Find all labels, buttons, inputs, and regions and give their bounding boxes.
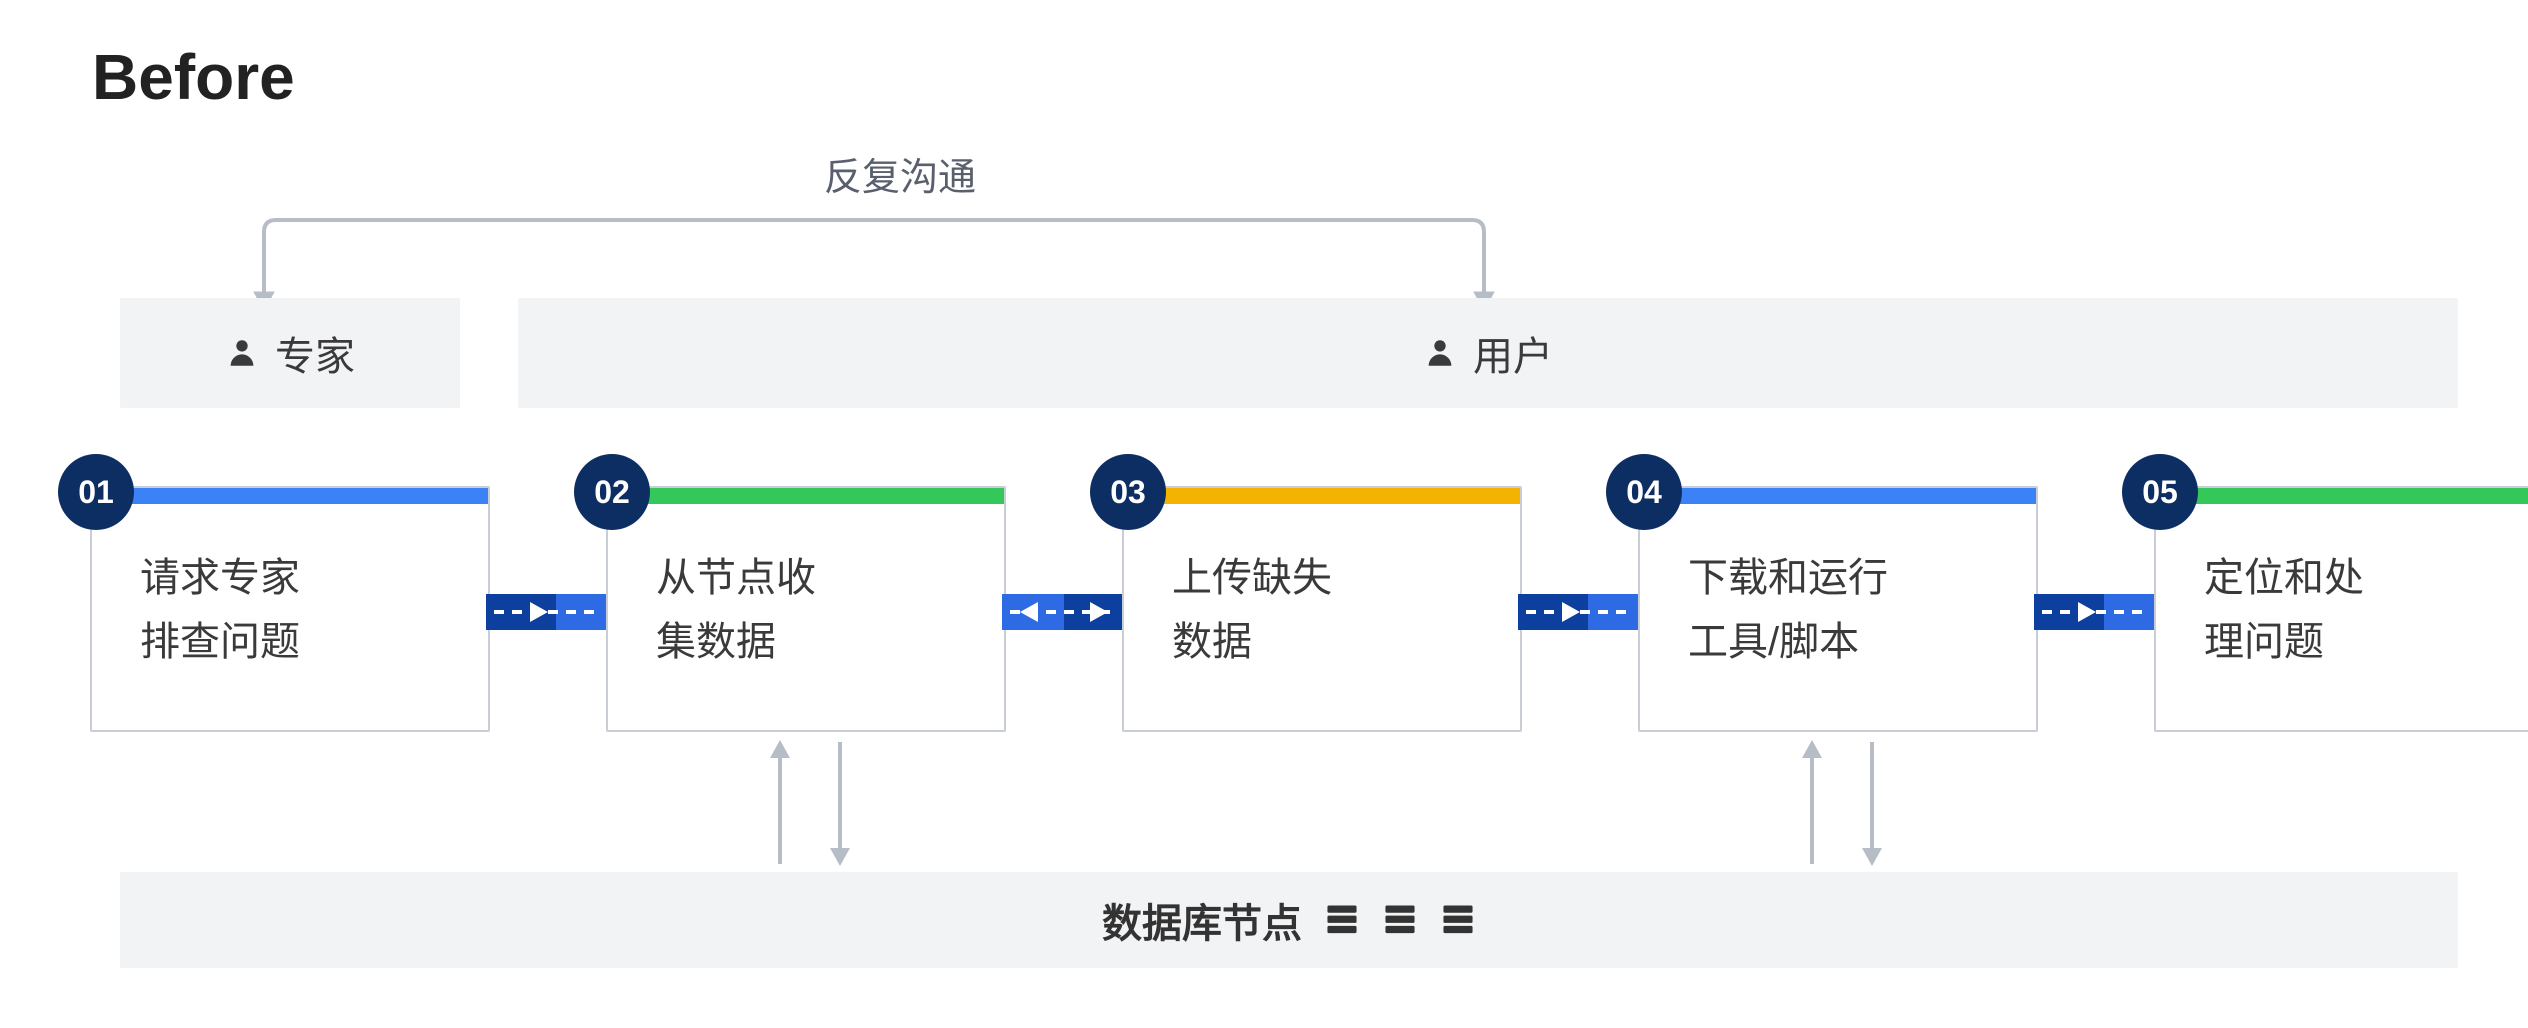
step-bar [1124,488,1520,504]
server-icon [1440,904,1476,936]
step-text-04: 下载和运行 工具/脚本 [1688,546,2006,674]
feedback-arrow [250,212,1498,310]
flow-arrow-3-4 [1518,582,1642,642]
role-expert-chip: 专家 [120,298,460,408]
flow-arrow-2-3 [1002,582,1126,642]
data-sync-arrows-step2 [750,734,870,879]
step-text-01: 请求专家 排查问题 [140,546,458,674]
feedback-label: 反复沟通 [824,146,976,201]
person-icon [225,336,259,370]
step-bar [608,488,1004,504]
step-bar [92,488,488,504]
data-sync-arrows-step4 [1782,734,1902,879]
server-icon [1382,904,1418,936]
step-badge-05: 05 [2122,454,2198,530]
role-expert-label: 专家 [275,324,355,382]
role-user-chip: 用户 [518,298,2458,408]
step-line2: 集数据 [656,620,776,664]
step-badge-02: 02 [574,454,650,530]
step-badge-04: 04 [1606,454,1682,530]
step-text-03: 上传缺失 数据 [1172,546,1490,674]
step-card-03: 03 上传缺失 数据 [1122,486,1522,732]
step-card-04: 04 下载和运行 工具/脚本 [1638,486,2038,732]
step-badge-01: 01 [58,454,134,530]
step-line1: 请求专家 [140,556,300,600]
datastore-label: 数据库节点 [1102,891,1302,949]
datastore-bar: 数据库节点 [120,872,2458,968]
step-card-02: 02 从节点收 集数据 [606,486,1006,732]
step-line2: 理问题 [2204,620,2324,664]
flow-arrow-1-2 [486,582,610,642]
step-card-05: 05 定位和处 理问题 [2154,486,2528,732]
step-line1: 上传缺失 [1172,556,1332,600]
step-line2: 工具/脚本 [1688,620,1859,664]
step-bar [1640,488,2036,504]
server-icon [1324,904,1360,936]
step-line2: 数据 [1172,620,1252,664]
step-line1: 定位和处 [2204,556,2364,600]
step-text-05: 定位和处 理问题 [2204,546,2522,674]
step-badge-03: 03 [1090,454,1166,530]
step-text-02: 从节点收 集数据 [656,546,974,674]
step-line1: 下载和运行 [1688,556,1888,600]
steps-row: 01 请求专家 排查问题 02 从节点收 集数据 [28,486,2500,786]
step-line2: 排查问题 [140,620,300,664]
step-line1: 从节点收 [656,556,816,600]
flow-arrow-4-5 [2034,582,2158,642]
diagram-title: Before [92,40,295,114]
step-bar [2156,488,2528,504]
step-card-01: 01 请求专家 排查问题 [90,486,490,732]
role-user-label: 用户 [1473,324,1553,382]
person-icon [1423,336,1457,370]
